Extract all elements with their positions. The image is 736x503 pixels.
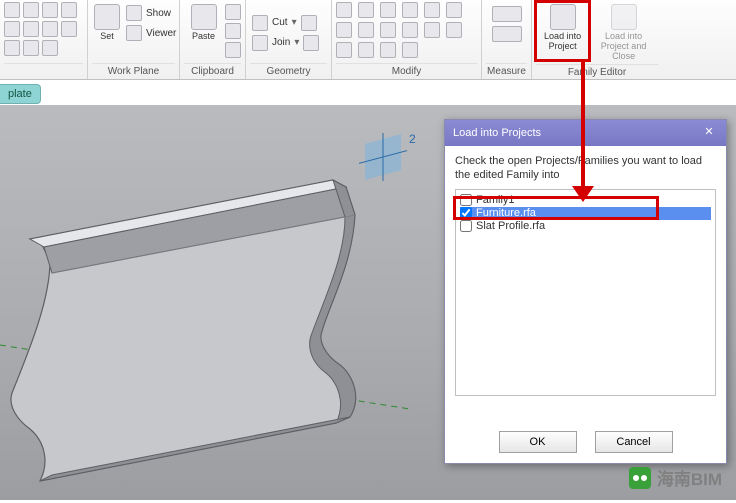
watermark-text: 海南BIM	[657, 465, 722, 490]
axis-label: 2	[409, 132, 416, 146]
tool-icon[interactable]	[4, 2, 20, 18]
list-item-label: Furniture.rfa	[476, 207, 536, 219]
group-label-clipboard: Clipboard	[184, 63, 241, 79]
list-checkbox[interactable]	[460, 220, 472, 232]
dimension-icon[interactable]	[492, 26, 522, 42]
list-checkbox[interactable]	[460, 207, 472, 219]
dialog-instruction: Check the open Projects/Families you wan…	[455, 154, 716, 183]
ribbon: Set Show Viewer Work Plane Paste	[0, 0, 736, 80]
group-label-family-editor: Family Editor	[536, 64, 658, 80]
set-icon	[94, 4, 120, 30]
offset-icon[interactable]	[358, 2, 374, 18]
show-button[interactable]: Show	[124, 4, 178, 22]
ribbon-group-family-editor: Load into Project Load into Project and …	[532, 0, 662, 79]
cancel-button[interactable]: Cancel	[595, 431, 673, 453]
load-into-project-close-icon	[611, 4, 637, 30]
group-label-measure: Measure	[486, 63, 527, 79]
paste-button[interactable]: Paste	[184, 2, 223, 44]
move-icon[interactable]	[402, 2, 418, 18]
align-icon[interactable]	[336, 2, 352, 18]
group-label-work-plane: Work Plane	[92, 63, 175, 79]
ribbon-group-geometry: Cut ▾ Join ▾ Geometry	[246, 0, 332, 79]
unpin-icon[interactable]	[446, 22, 462, 38]
corner-icon[interactable]	[380, 42, 396, 58]
viewer-button[interactable]: Viewer	[124, 24, 178, 42]
scale-icon[interactable]	[402, 22, 418, 38]
cope-icon[interactable]	[301, 15, 317, 31]
tool-icon[interactable]	[23, 21, 39, 37]
dialog-title-text: Load into Projects	[453, 127, 541, 139]
trim-icon[interactable]	[336, 22, 352, 38]
close-icon[interactable]: ✕	[700, 125, 718, 141]
ribbon-group-clipboard: Paste Clipboard	[180, 0, 246, 79]
project-list[interactable]: Family1 Furniture.rfa Slat Profile.rfa	[455, 189, 716, 396]
tool-icon[interactable]	[4, 40, 20, 56]
group-label-modify: Modify	[336, 63, 477, 79]
viewer-icon	[126, 25, 142, 41]
load-into-projects-dialog: Load into Projects ✕ Check the open Proj…	[444, 119, 727, 464]
panel-tab-plate[interactable]: plate	[0, 84, 41, 104]
list-item-label: Family1	[476, 194, 515, 206]
tool-icon[interactable]	[42, 40, 58, 56]
load-into-project-icon	[550, 4, 576, 30]
tool-icon[interactable]	[23, 2, 39, 18]
list-checkbox[interactable]	[460, 194, 472, 206]
tool-icon[interactable]	[42, 21, 58, 37]
ok-button[interactable]: OK	[499, 431, 577, 453]
tool-icon[interactable]	[61, 21, 77, 37]
tool-icon[interactable]	[23, 40, 39, 56]
list-item-label: Slat Profile.rfa	[476, 220, 545, 232]
cut-button[interactable]: Cut ▾	[250, 14, 319, 32]
load-into-project-button[interactable]: Load into Project	[536, 2, 589, 60]
measure-icon[interactable]	[492, 6, 522, 22]
ribbon-group-measure: Measure	[482, 0, 532, 79]
join-icon	[252, 35, 268, 51]
copy-icon[interactable]	[424, 2, 440, 18]
array-icon[interactable]	[380, 22, 396, 38]
split-icon[interactable]	[303, 35, 319, 51]
show-icon	[126, 5, 142, 21]
ribbon-group-modify: Modify	[332, 0, 482, 79]
paste-icon	[191, 4, 217, 30]
delete-icon[interactable]	[336, 42, 352, 58]
cut-clipboard-icon[interactable]	[225, 4, 241, 20]
annotation-arrow-head	[572, 186, 594, 202]
tool-icon[interactable]	[61, 2, 77, 18]
family-geometry	[11, 180, 356, 481]
set-button[interactable]: Set	[92, 2, 122, 44]
tool-icon[interactable]	[4, 21, 20, 37]
tool-icon[interactable]	[42, 2, 58, 18]
mirror-icon[interactable]	[380, 2, 396, 18]
load-into-project-close-button[interactable]: Load into Project and Close	[589, 2, 658, 64]
group-label-geometry: Geometry	[250, 63, 327, 79]
ribbon-group-work-plane: Set Show Viewer Work Plane	[88, 0, 180, 79]
splitgap-icon[interactable]	[402, 42, 418, 58]
pin-icon[interactable]	[424, 22, 440, 38]
join-button[interactable]: Join ▾	[250, 34, 321, 52]
list-item[interactable]: Slat Profile.rfa	[460, 220, 711, 233]
annotation-arrow	[581, 60, 585, 190]
cut-icon	[252, 15, 268, 31]
split2-icon[interactable]	[358, 22, 374, 38]
matchtype-icon[interactable]	[225, 42, 241, 58]
extend-icon[interactable]	[358, 42, 374, 58]
watermark: 海南BIM	[629, 465, 722, 490]
list-item[interactable]: Furniture.rfa	[460, 207, 711, 220]
rotate-icon[interactable]	[446, 2, 462, 18]
wechat-icon	[629, 467, 651, 489]
copy-clipboard-icon[interactable]	[225, 23, 241, 39]
dialog-titlebar[interactable]: Load into Projects ✕	[445, 120, 726, 146]
